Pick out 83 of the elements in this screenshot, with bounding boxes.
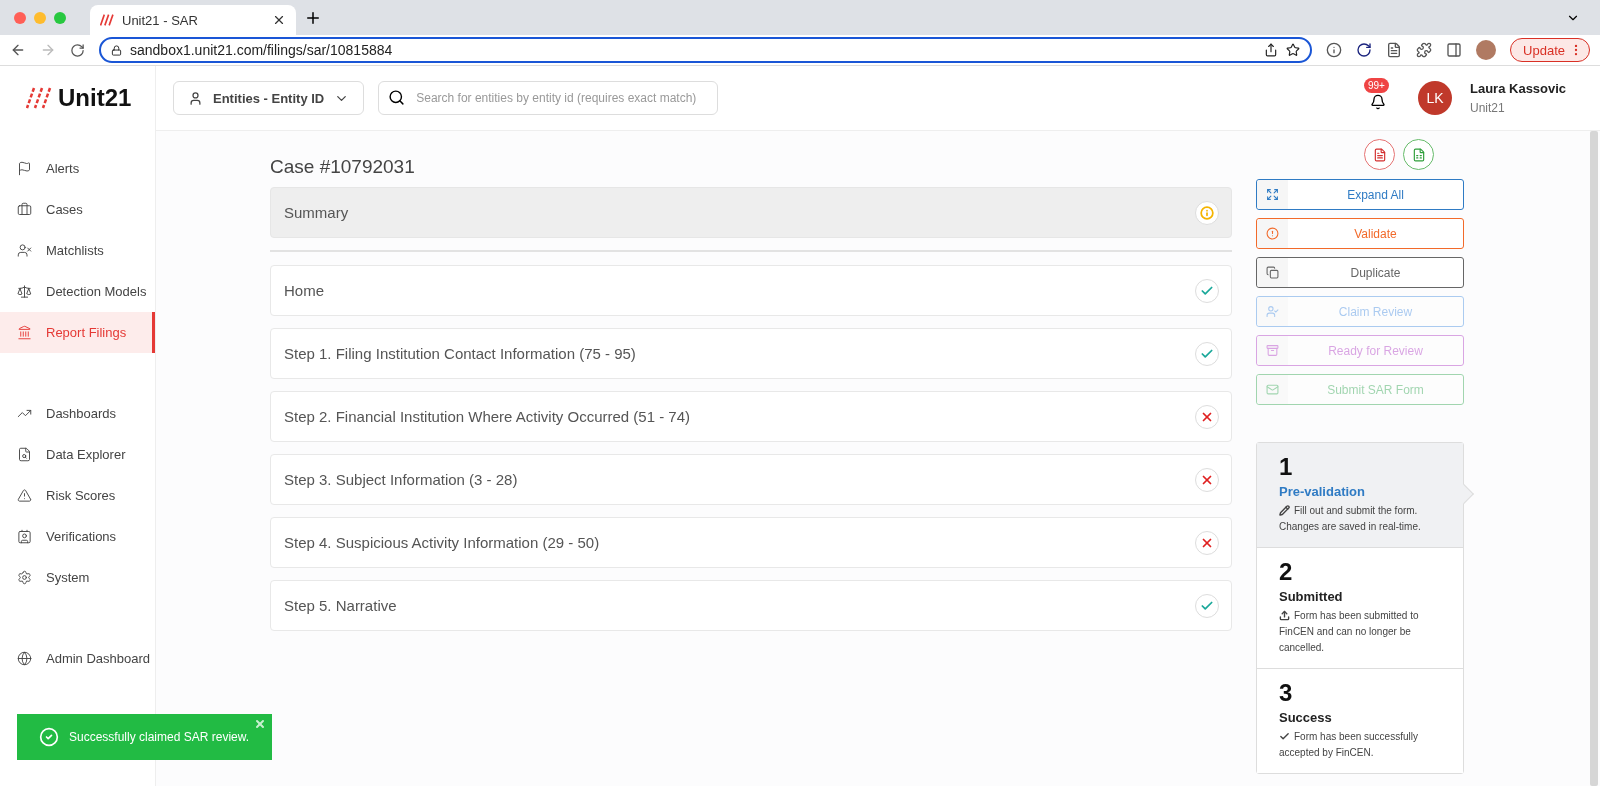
sidebar-item[interactable]: Dashboards [0, 393, 155, 434]
spreadsheet-icon [1411, 147, 1426, 162]
step-title: Submitted [1279, 589, 1344, 604]
archive-icon [1266, 344, 1279, 357]
alert-icon [1266, 227, 1279, 240]
sidebar-item[interactable]: System [0, 557, 155, 598]
user-name: Laura Kassovic [1470, 81, 1568, 96]
step-description: Form has been successfully accepted by FinCEN. [1279, 730, 1419, 760]
list-search-icon [17, 447, 32, 462]
user-org: Unit21 [1470, 101, 1506, 115]
mail-icon [1266, 383, 1279, 396]
step-description: Fill out and submit the form. Changes are saved in real-time. [1279, 504, 1422, 534]
user-avatar[interactable]: LK [1418, 81, 1452, 115]
profile-avatar[interactable] [1476, 40, 1497, 60]
back-icon[interactable] [10, 42, 26, 58]
upload-icon [1279, 610, 1290, 621]
bookmark-icon[interactable] [1286, 43, 1301, 57]
bank-icon [17, 325, 32, 340]
action-button[interactable]: Duplicate [1256, 257, 1464, 288]
step-row[interactable]: Step 5. Narrative [270, 580, 1232, 631]
extensions-icon[interactable] [1416, 42, 1433, 58]
notification-badge: 99+ [1364, 78, 1389, 93]
scale-icon [17, 284, 32, 299]
step-title: Success [1279, 710, 1333, 725]
id-card-icon [17, 529, 32, 544]
settings-icon [17, 570, 32, 585]
sidebar-item[interactable]: Risk Scores [0, 475, 155, 516]
summary-row[interactable]: Summary [270, 187, 1232, 238]
logo-text: Unit21 [58, 84, 132, 112]
pdf-export-button[interactable] [1364, 139, 1395, 170]
extension-icon[interactable] [1356, 42, 1373, 58]
toast-message: Successfully claimed SAR review. [69, 730, 250, 744]
user-icon [1266, 305, 1279, 318]
sidebar-item[interactable]: Data Explorer [0, 434, 155, 475]
step-row[interactable]: Step 4. Suspicious Activity Information (29 - 50) [270, 517, 1232, 568]
step-title: Pre-validation [1279, 484, 1366, 499]
tab-logo-icon [100, 14, 114, 26]
update-button[interactable]: Update [1510, 38, 1590, 62]
sidebar-item[interactable]: Report Filings [0, 312, 155, 353]
case-title: Case #10792031 [270, 155, 416, 179]
step-number: 1 [1279, 453, 1294, 481]
lock-icon [111, 44, 122, 56]
extension-icon[interactable] [1326, 42, 1343, 58]
sidebar-item[interactable]: Alerts [0, 148, 155, 189]
warning-icon [17, 488, 32, 503]
reload-icon[interactable] [70, 42, 85, 58]
entity-type-dropdown[interactable]: Entities - Entity ID [173, 81, 365, 115]
step-row[interactable]: Step 3. Subject Information (3 - 28) [270, 454, 1232, 505]
sidebar-item[interactable]: Matchlists [0, 230, 155, 271]
user-icon [188, 90, 203, 106]
action-button[interactable]: Expand All [1256, 179, 1464, 210]
logo-icon [26, 87, 52, 109]
scrollbar[interactable] [1590, 131, 1598, 786]
excel-export-button[interactable] [1403, 139, 1434, 170]
sidebar-item[interactable]: Cases [0, 189, 155, 230]
address-bar[interactable]: sandbox1.unit21.com/filings/sar/10815884 [99, 37, 1313, 63]
close-icon[interactable] [272, 13, 286, 27]
step-number: 2 [1279, 558, 1294, 586]
step-description: Form has been submitted to FinCEN and can no longer be cancelled. [1279, 609, 1420, 655]
document-icon [1372, 147, 1387, 162]
step-row[interactable]: Home [270, 265, 1232, 316]
flag-icon [17, 161, 32, 176]
user-x-icon [17, 243, 32, 258]
side-panel-icon[interactable] [1446, 42, 1463, 58]
sidebar-item[interactable]: Admin Dashboard [0, 638, 155, 679]
step-row[interactable]: Step 1. Filing Institution Contact Information (75 - 95) [270, 328, 1232, 379]
notification-icon[interactable] [1370, 94, 1386, 110]
expand-icon [1266, 188, 1279, 201]
globe-icon [17, 651, 32, 666]
briefcase-icon [17, 202, 32, 217]
step-number: 3 [1279, 679, 1294, 707]
sidebar-item[interactable]: Verifications [0, 516, 155, 557]
copy-icon [1266, 266, 1279, 279]
sidebar-item[interactable]: Detection Models [0, 271, 155, 312]
step-row[interactable]: Step 2. Financial Institution Where Activity Occurred (51 - 74) [270, 391, 1232, 442]
search-icon [388, 89, 406, 106]
browser-tab[interactable]: Unit21 - SAR [90, 5, 296, 35]
check-circle-icon [39, 727, 59, 747]
check-icon [1279, 731, 1290, 742]
extension-icon[interactable] [1386, 42, 1403, 58]
pencil-icon [1279, 505, 1290, 516]
search-field[interactable]: Search for entities by entity id (requires exact match) [378, 81, 719, 115]
share-icon[interactable] [1264, 43, 1279, 57]
